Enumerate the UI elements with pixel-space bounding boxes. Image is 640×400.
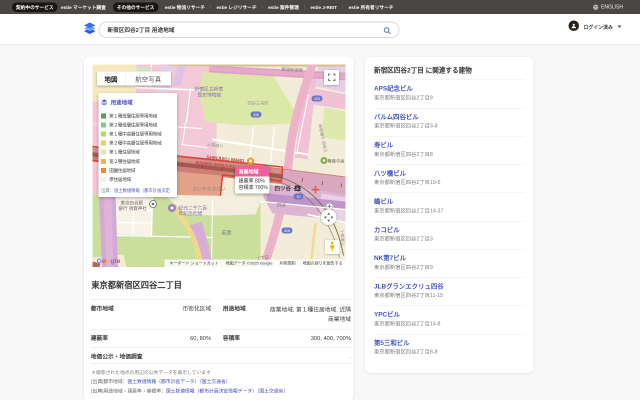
svg-text:四ツ谷: 四ツ谷	[275, 184, 292, 192]
svg-text:たいやきさかい: たいやきさかい	[193, 185, 227, 192]
svg-text:若葉: 若葉	[222, 229, 232, 236]
svg-text:年紀念社標: 年紀念社標	[179, 210, 203, 217]
svg-text:四谷三栄町: 四谷三栄町	[248, 99, 270, 106]
svg-text:20: 20	[297, 195, 301, 199]
svg-text:433: 433	[314, 97, 320, 101]
svg-text:銀行 須賀神社: 銀行 須賀神社	[119, 205, 148, 212]
svg-text:四谷: 四谷	[277, 201, 287, 208]
svg-text:紀元二千六百: 紀元二千六百	[179, 204, 208, 211]
svg-text:416: 416	[284, 229, 290, 233]
svg-text:雙葉中高: 雙葉中高	[328, 157, 345, 164]
svg-text:新宿区立新宿: 新宿区立新宿	[195, 85, 224, 92]
svg-text:438: 438	[253, 113, 259, 117]
svg-text:歴史博物館: 歴史博物館	[198, 91, 222, 98]
